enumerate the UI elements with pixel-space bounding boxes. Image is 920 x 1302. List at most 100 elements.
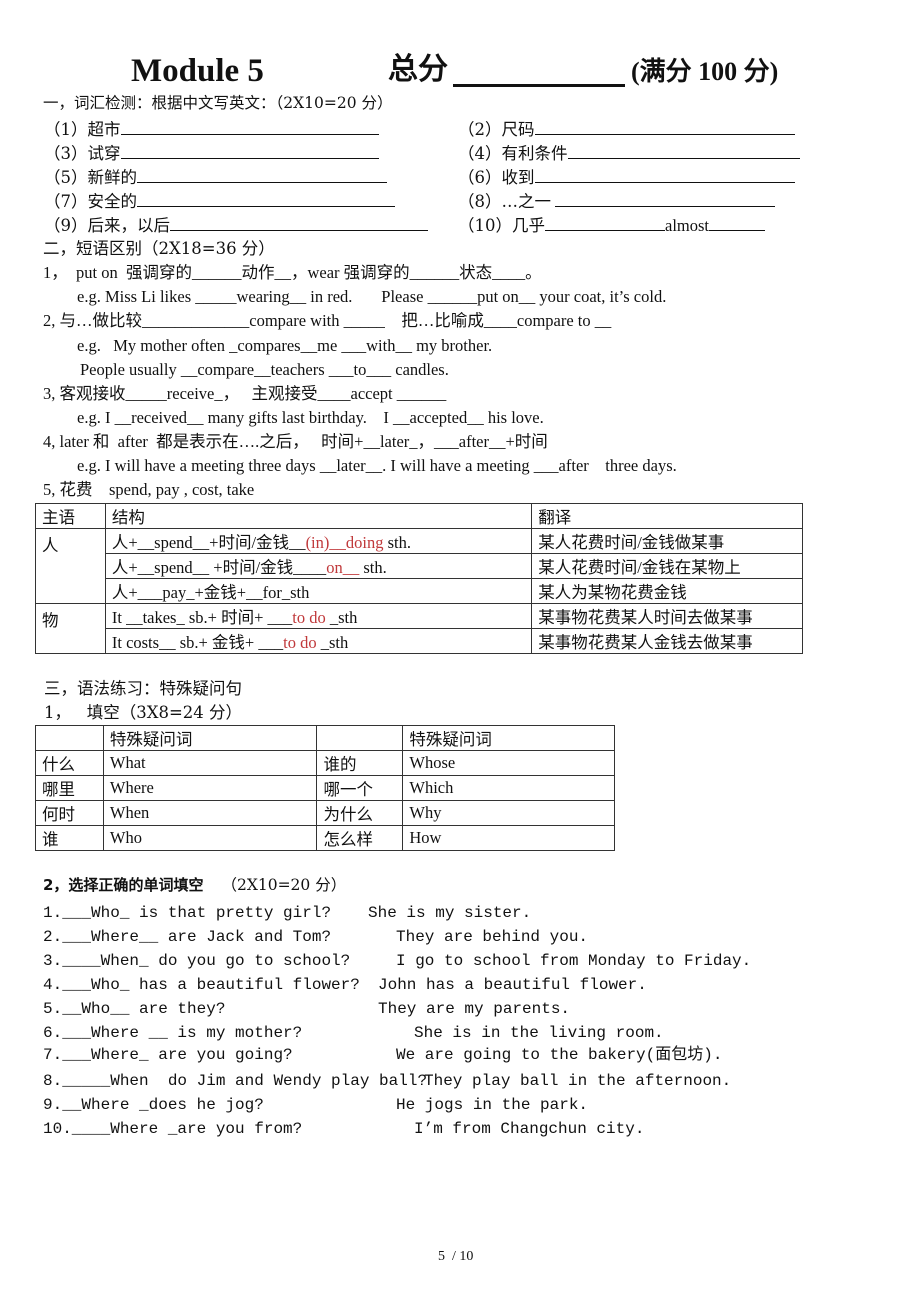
- question-item: 5.__Who__ are they?: [43, 1001, 225, 1017]
- question-word-table: 特殊疑问词 特殊疑问词 什么 What 谁的 Whose 哪里 Where 哪一…: [35, 725, 615, 851]
- structure-cell: It costs__ sb.+ 金钱+ ___to do _sth: [104, 628, 533, 654]
- vocab-cn: 新鲜的: [87, 168, 138, 187]
- table-row: It costs__ sb.+ 金钱+ ___to do _sth 某事物花费某…: [36, 628, 803, 654]
- question-word-cell: Who: [102, 825, 318, 851]
- cn-word-cell: 何时: [35, 800, 104, 826]
- vocab-cn: 安全的: [87, 192, 138, 211]
- vocab-item: （4）有利条件: [458, 144, 800, 163]
- vocab-answer-blank[interactable]: [545, 216, 665, 231]
- question-item: 9.__Where _does he jog?: [43, 1097, 264, 1113]
- phrase-line: 3, 客观接收_____receive_， 主观接受____accept ___…: [43, 384, 447, 403]
- vocab-num: （2）: [458, 120, 502, 139]
- structure-cell: 人+___pay_+金钱+__for_sth: [104, 578, 533, 604]
- question-item: 4.___Who_ has a beautiful flower?: [43, 977, 360, 993]
- vocab-answer-text: almost: [665, 216, 709, 235]
- vocab-answer-blank[interactable]: [555, 192, 775, 207]
- answer-text: They are my parents.: [378, 1000, 571, 1018]
- question-item: 1.___Who_ is that pretty girl?: [43, 905, 331, 921]
- translation-cell: 某事物花费某人金钱去做某事: [531, 628, 803, 654]
- table-row: 物 It __takes_ sb.+ 时间+ ___to do _sth 某事物…: [35, 603, 803, 654]
- vocab-cn: 收到: [501, 168, 535, 187]
- vocab-item: （5）新鲜的: [44, 168, 387, 187]
- vocab-answer-blank[interactable]: [534, 120, 795, 135]
- vocab-num: （10）: [458, 216, 512, 235]
- answer-text: They are behind you.: [396, 928, 589, 946]
- cn-word-cell: 为什么: [316, 800, 404, 826]
- full-score-note: (满分 100 分): [631, 57, 779, 86]
- question-text: 9.__Where _does he jog?: [43, 1096, 264, 1114]
- question-text: 10.____Where _are you from?: [43, 1120, 303, 1138]
- table-row: 人+___pay_+金钱+__for_sth 某人为某物花费金钱: [36, 578, 803, 604]
- phrase-line: 1， put on 强调穿的______动作__，wear 强调穿的______…: [43, 263, 542, 282]
- vocab-answer-blank[interactable]: [567, 144, 800, 159]
- phrase-line: 5, 花费 spend, pay , cost, take: [43, 480, 255, 499]
- question-item: 6.___Where __ is my mother?: [43, 1025, 302, 1041]
- header-structure: 结构: [104, 503, 533, 529]
- question-text: 8._____When do Jim and Wendy play ball?: [43, 1072, 428, 1090]
- section3-part1-heading: 1， 填空（3X8=24 分）: [44, 703, 243, 722]
- section1-heading: 一，词汇检测：根据中文写英文：（2X10=20 分）: [43, 94, 393, 112]
- table-row: 哪里 Where 哪一个 Which: [35, 775, 615, 801]
- cn-word-cell: 哪里: [35, 775, 104, 801]
- answer-text: We are going to the bakery(面包坊).: [396, 1046, 723, 1064]
- structure-text: _sth: [325, 608, 358, 627]
- vocab-num: （1）: [44, 120, 88, 139]
- structure-answer: on__: [326, 558, 360, 577]
- question-word-cell: How: [402, 825, 615, 851]
- structure-cell: 人+__spend__ +时间/金钱____on__ sth.: [104, 553, 533, 579]
- cn-word-cell: 哪一个: [316, 775, 404, 801]
- vocab-answer-blank[interactable]: [137, 192, 395, 207]
- question-item: 2.___Where__ are Jack and Tom?: [43, 929, 331, 945]
- structure-text: sth.: [359, 558, 387, 577]
- question-item: 10.____Where _are you from?: [43, 1121, 302, 1137]
- part2-title: 2，选择正确的单词填空: [43, 876, 204, 894]
- question-item: 7.___Where_ are you going?: [43, 1047, 293, 1063]
- structure-text: It __takes_ sb.+ 时间+ ___: [111, 608, 293, 627]
- vocab-answer-blank[interactable]: [170, 216, 428, 231]
- vocab-num: （7）: [44, 192, 88, 211]
- structure-text: 人+__spend__+时间/金钱__: [111, 533, 306, 552]
- table-header-row: 主语 结构 翻译: [35, 503, 803, 529]
- question-word-cell: Whose: [402, 750, 615, 776]
- vocab-item: （8）…之一: [458, 192, 775, 211]
- vocab-item: （3）试穿: [44, 144, 379, 163]
- structure-text: _sth: [316, 633, 349, 652]
- vocab-answer-blank[interactable]: [120, 144, 379, 159]
- translation-cell: 某人花费时间/金钱在某物上: [531, 553, 803, 579]
- table-row: 何时 When 为什么 Why: [35, 800, 615, 826]
- vocab-item: （7）安全的: [44, 192, 395, 211]
- vocab-answer-blank[interactable]: [709, 216, 765, 231]
- phrase-example: e.g. I will have a meeting three days __…: [77, 456, 677, 475]
- part2-score: （2X10=20 分）: [221, 876, 347, 894]
- vocab-answer-blank[interactable]: [137, 168, 387, 183]
- question-word-cell: Which: [402, 775, 615, 801]
- translation-cell: 某人为某物花费金钱: [531, 578, 803, 604]
- cn-word-cell: 怎么样: [316, 825, 404, 851]
- cn-word-cell: 谁: [35, 825, 104, 851]
- phrase-example: e.g. Miss Li likes _____wearing__ in red…: [77, 287, 667, 306]
- translation-cell: 某事物花费某人时间去做某事: [531, 603, 803, 629]
- section2-heading: 二，短语区别（2X18=36 分）: [43, 239, 275, 258]
- header-translation: 翻译: [531, 503, 803, 529]
- question-text: 5.__Who__ are they?: [43, 1000, 226, 1018]
- spend-table: 主语 结构 翻译 人 人+__spend__+时间/金钱__(in)__doin…: [35, 503, 803, 654]
- vocab-cn: 几乎: [512, 216, 545, 235]
- phrase-line: 4, later 和 after 都是表示在….之后， 时间+__later_，…: [43, 432, 548, 451]
- header-cell: 特殊疑问词: [402, 725, 615, 751]
- answer-text: I’m from Changchun city.: [414, 1120, 645, 1138]
- question-text: 7.___Where_ are you going?: [43, 1046, 293, 1064]
- question-word-cell: What: [102, 750, 318, 776]
- structure-text: 人+__spend__ +时间/金钱____: [111, 558, 327, 577]
- vocab-answer-blank[interactable]: [534, 168, 795, 183]
- subject-cell: 人: [35, 528, 106, 604]
- structure-text: 人+___pay_+金钱+__for_sth: [111, 583, 310, 602]
- total-score-blank[interactable]: [453, 60, 625, 87]
- module-title: Module 5: [131, 53, 264, 89]
- vocab-cn: 试穿: [87, 144, 121, 163]
- question-word-cell: Why: [402, 800, 615, 826]
- vocab-answer-blank[interactable]: [120, 120, 379, 135]
- answer-text: He jogs in the park.: [396, 1096, 589, 1114]
- question-text: 4.___Who_ has a beautiful flower?: [43, 976, 360, 994]
- translation-cell: 某人花费时间/金钱做某事: [531, 528, 803, 554]
- vocab-item: （2）尺码: [458, 120, 795, 139]
